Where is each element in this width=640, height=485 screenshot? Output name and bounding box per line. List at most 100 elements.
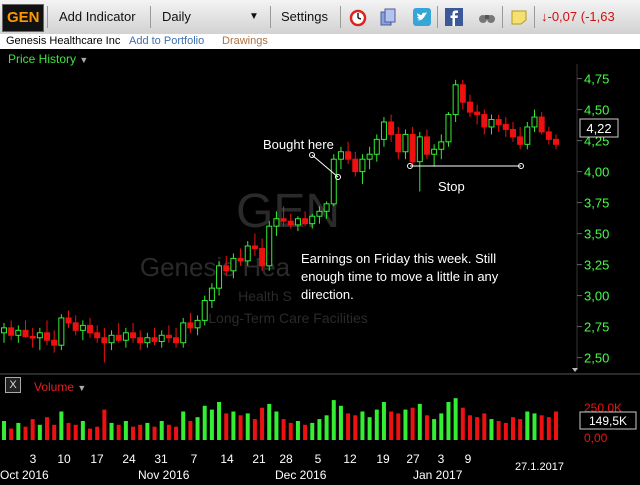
x-day-label: 9 bbox=[465, 452, 472, 466]
x-day-label: 14 bbox=[220, 452, 234, 466]
candle bbox=[409, 126, 416, 167]
candle bbox=[452, 79, 459, 122]
volume-bar bbox=[188, 421, 193, 440]
watermark-sector: Health S bbox=[238, 288, 292, 304]
candle bbox=[51, 330, 58, 353]
volume-bar bbox=[16, 422, 21, 440]
candle bbox=[29, 327, 36, 348]
x-day-label: 3 bbox=[438, 452, 445, 466]
candle bbox=[94, 325, 101, 343]
volume-bar bbox=[518, 419, 523, 440]
volume-bar bbox=[281, 419, 286, 440]
volume-bar bbox=[245, 413, 250, 440]
volume-bar bbox=[288, 422, 293, 440]
volume-tick-label: 0,00 bbox=[584, 431, 608, 445]
close-volume-button[interactable]: X bbox=[5, 377, 21, 393]
volume-bar bbox=[224, 413, 229, 440]
volume-bar bbox=[102, 409, 107, 440]
volume-bar bbox=[9, 428, 14, 440]
volume-bar bbox=[525, 411, 530, 440]
candle bbox=[438, 134, 445, 160]
candle bbox=[58, 314, 65, 351]
candle bbox=[395, 126, 402, 160]
candle bbox=[517, 126, 524, 150]
x-day-label: 10 bbox=[57, 452, 71, 466]
candle bbox=[173, 327, 180, 348]
candle bbox=[545, 126, 552, 145]
candle bbox=[380, 117, 387, 147]
x-day-label: 24 bbox=[122, 452, 136, 466]
candle bbox=[259, 238, 266, 271]
volume-bar bbox=[453, 398, 458, 440]
volume-bar bbox=[52, 424, 57, 440]
candle bbox=[488, 114, 495, 135]
volume-bar bbox=[381, 402, 386, 440]
candle bbox=[445, 112, 452, 147]
x-day-label: 28 bbox=[279, 452, 293, 466]
y-tick-label: 3,75 bbox=[584, 196, 609, 211]
y-tick-label: 3,50 bbox=[584, 227, 609, 242]
volume-bar bbox=[353, 415, 358, 440]
volume-bar bbox=[338, 405, 343, 440]
candle bbox=[495, 114, 502, 132]
volume-bar bbox=[432, 419, 437, 440]
volume-bar bbox=[510, 417, 515, 440]
volume-bar bbox=[475, 417, 480, 440]
y-tick-label: 4,75 bbox=[584, 72, 609, 87]
volume-bar bbox=[503, 422, 508, 440]
volume-bar bbox=[45, 417, 50, 440]
candle bbox=[388, 114, 395, 142]
candle bbox=[459, 79, 466, 110]
candle bbox=[180, 317, 187, 348]
candle bbox=[108, 330, 115, 351]
volume-bar bbox=[209, 409, 214, 440]
candle bbox=[122, 327, 129, 348]
candle bbox=[158, 330, 165, 348]
candle bbox=[201, 295, 208, 326]
volume-bar bbox=[37, 424, 42, 440]
volume-bar bbox=[267, 403, 272, 440]
candle bbox=[531, 109, 538, 132]
candle bbox=[87, 317, 94, 338]
candle bbox=[72, 315, 79, 336]
volume-bar bbox=[166, 424, 171, 440]
watermark-industry: Long-Term Care Facilities bbox=[208, 310, 368, 326]
candle bbox=[337, 146, 344, 170]
x-day-label: 21 bbox=[252, 452, 266, 466]
candle bbox=[144, 332, 151, 348]
volume-bar bbox=[152, 426, 157, 440]
volume-bar bbox=[554, 411, 558, 440]
chevron-down-icon: ▼ bbox=[77, 383, 87, 393]
candle bbox=[266, 221, 273, 271]
volume-bar bbox=[389, 411, 394, 440]
volume-menu[interactable]: Volume ▼ bbox=[34, 380, 86, 394]
candle bbox=[79, 320, 86, 341]
volume-bar bbox=[95, 426, 100, 440]
x-axis: 3 10 17 24 31 7 14 21 28 5 12 19 27 3 9 Oct 2016 Nov 201… bbox=[0, 452, 472, 482]
y-tick-label: 3,25 bbox=[584, 258, 609, 273]
volume-bar bbox=[123, 421, 128, 440]
volume-bar bbox=[131, 426, 136, 440]
price-chart: GEN Genesis Hea Health S Long-Term Care … bbox=[0, 64, 640, 482]
volume-bar bbox=[30, 419, 35, 440]
volume-bar bbox=[467, 415, 472, 440]
volume-bar bbox=[396, 413, 401, 440]
last-volume: 149,5K bbox=[589, 414, 627, 428]
volume-bar bbox=[367, 417, 372, 440]
volume-bar bbox=[546, 417, 551, 440]
volume-bar bbox=[109, 422, 114, 440]
candle bbox=[373, 134, 380, 162]
volume-bar bbox=[410, 407, 415, 440]
volume-bar bbox=[295, 421, 300, 440]
x-day-label: 17 bbox=[90, 452, 104, 466]
candle bbox=[538, 112, 545, 135]
candle bbox=[1, 322, 7, 343]
candle bbox=[216, 260, 223, 296]
x-day-label: 3 bbox=[30, 452, 37, 466]
x-day-label: 27 bbox=[406, 452, 420, 466]
volume-bar bbox=[489, 419, 494, 440]
volume-bar bbox=[252, 419, 257, 440]
volume-bar bbox=[331, 400, 336, 440]
x-month-label: Nov 2016 bbox=[138, 468, 190, 482]
volume-bar bbox=[238, 415, 243, 440]
